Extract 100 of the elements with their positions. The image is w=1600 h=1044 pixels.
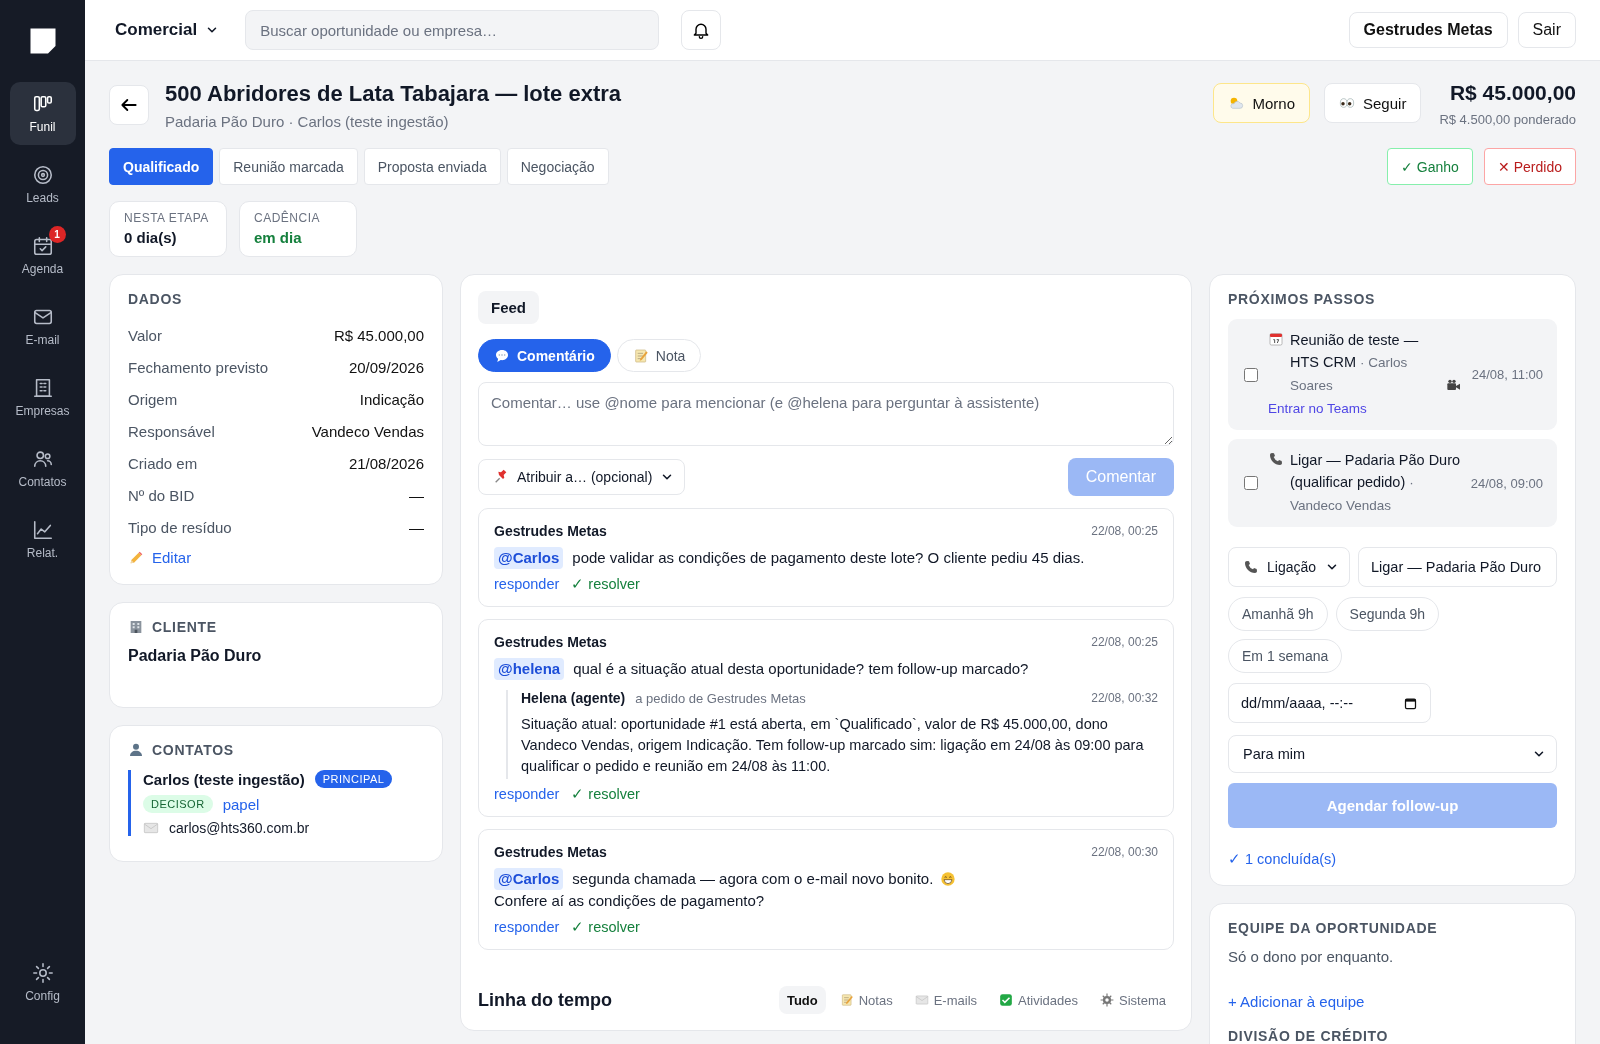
quick-date-button[interactable]: Segunda 9h [1335,597,1440,631]
mode-tab[interactable]: Nota [616,339,702,372]
resolve-link[interactable]: ✓ resolver [571,786,640,802]
stage-tab[interactable]: Negociação [506,148,609,185]
role-link[interactable]: papel [222,795,260,813]
stage-tab[interactable]: Proposta enviada [363,148,501,185]
answer-text: Situação atual: oportunidade #1 está aberta, em `Qualificado`, valor de R$ 45.000,00, dono Vandeco Vendas, origem Indicação. Tem follow-up marcado sim: ligação em 24/08 às 09:00 para qualificar o pedido e reunião em 24/08 às 11:00. [521,715,1145,776]
datetime-field[interactable]: dd/mm/aaaa, --:-- [1228,683,1431,723]
filter-tab[interactable]: E-mails [906,986,986,1014]
completed-link[interactable]: ✓ 1 concluída(s) [1228,851,1337,867]
filter-tab[interactable]: Notas [831,986,901,1014]
field-value: 21/08/2026 [348,454,424,472]
workspace-dropdown[interactable]: Comercial [115,20,220,40]
comment-author: Gestrudes Metas [494,523,607,539]
task-text: Reunião de teste — HTS CRM · Carlos Soares [1290,331,1420,395]
nav-item[interactable]: Funil [9,82,76,145]
mention-chip[interactable]: @Carlos [494,547,564,569]
mention-chip[interactable]: @Carlos [494,868,564,890]
phone-icon [1268,451,1284,467]
calendar-icon [1403,695,1418,711]
section-title: CONTATOS [152,742,234,758]
people-icon [31,448,54,470]
task-title-field[interactable]: Ligar — Padaria Pão Duro [1358,547,1557,587]
weighted-value: R$ 4.500,00 ponderado [1439,112,1576,127]
nav-item[interactable]: 1 Agenda [9,224,76,287]
person-icon [128,742,144,758]
field-label: Nº do BID [128,486,195,504]
nav-item[interactable]: Relat. [9,508,76,571]
lost-button[interactable]: ✕ Perdido [1483,148,1576,185]
stage-tab[interactable]: Reunião marcada [219,148,358,185]
resolve-link[interactable]: ✓ resolver [571,919,640,935]
comment-field[interactable]: Comentar… use @nome para mencionar (e @helena para perguntar à assistente) [478,382,1174,446]
user-button[interactable]: Gestrudes Metas [1348,12,1508,48]
nav-item[interactable]: Leads [9,153,76,216]
task-checkbox[interactable] [1244,476,1258,490]
type-select[interactable]: Ligação [1228,547,1350,587]
nav-item[interactable]: E-mail [9,295,76,358]
field-value: Vandeco Vendas [311,422,424,440]
mode-tab[interactable]: Comentário [478,339,611,372]
filter-tab[interactable]: Atividades [991,986,1087,1014]
filter-tab[interactable]: Tudo [778,986,826,1014]
nav-label: Funil [29,120,56,134]
comment-text: pode validar as condições de pagamento deste lote? O cliente pediu 45 dias. [572,548,1085,568]
settings-icon [31,962,54,984]
field-label: Valor [128,326,162,344]
calendar-icon [31,235,54,257]
section-title: DIVISÃO DE CRÉDITO [1228,1028,1390,1044]
reply-link[interactable]: responder [494,919,560,935]
reply-link[interactable]: responder [494,576,560,592]
speech-bubble-icon [494,347,510,364]
nav-label: Empresas [15,404,70,418]
comment-time: 22/08, 00:25 [1091,524,1158,538]
checkbox-icon [999,993,1014,1007]
feed-tab[interactable]: Feed [478,291,539,324]
section-title: DADOS [128,291,184,307]
edit-link[interactable]: Editar [152,549,192,566]
quick-date-button[interactable]: Amanhã 9h [1228,597,1328,631]
assignee-select[interactable]: Para mim [1228,735,1557,773]
meeting-link[interactable]: Entrar no Teams [1268,401,1367,416]
temperature-button[interactable]: Morno [1213,83,1310,123]
mention-chip[interactable]: @helena [494,658,565,680]
client-name: Padaria Pão Duro [128,647,263,665]
add-member-link[interactable]: + Adicionar à equipe [1228,993,1365,1010]
won-button[interactable]: ✓ Ganho [1386,148,1473,185]
pencil-icon [128,549,144,566]
follow-label: Seguir [1363,94,1407,112]
logout-button[interactable]: Sair [1517,12,1576,48]
nav-item[interactable]: Empresas [9,366,76,429]
line-chart-icon [31,519,54,541]
search-field[interactable]: Buscar oportunidade ou empresa… [245,10,660,50]
answer-context: a pedido de Gestrudes Metas [635,691,806,706]
comment-time: 22/08, 00:30 [1091,845,1158,859]
eyes-icon [1339,95,1355,111]
assign-select[interactable]: Atribuir a… (opcional) [478,459,686,495]
comment-author: Gestrudes Metas [494,844,607,860]
contact-name: Carlos (teste ingestão) [143,770,305,788]
timeline-title: Linha do tempo [478,989,612,1011]
empty-message: Só o dono por enquanto. [1228,948,1395,965]
envelope-icon [914,993,929,1007]
quick-date-button[interactable]: Em 1 semana [1228,639,1343,673]
deal-value: R$ 45.000,00 [1448,81,1576,105]
sun-cloud-icon [1228,95,1245,111]
section-title: PRÓXIMOS PASSOS [1228,291,1377,307]
notification-badge: 1 [48,226,66,243]
follow-button[interactable]: Seguir [1324,83,1422,123]
notifications-button[interactable] [681,10,722,50]
field-label: Criado em [128,454,198,472]
nav-item[interactable]: Config [9,951,76,1014]
reply-link[interactable]: responder [494,786,560,802]
filter-tab[interactable]: Sistema [1092,986,1174,1014]
field-value: 20/09/2026 [348,358,424,376]
back-button[interactable] [109,85,149,125]
resolve-link[interactable]: ✓ resolver [571,576,640,592]
task-checkbox[interactable] [1244,367,1258,382]
role-tag: DECISOR [143,795,213,813]
stage-tab[interactable]: Qualificado [109,148,214,185]
task-time: 24/08, 11:00 [1471,367,1543,382]
field-value: R$ 45.000,00 [333,326,424,344]
nav-item[interactable]: Contatos [9,437,76,500]
pushpin-icon [493,469,509,485]
